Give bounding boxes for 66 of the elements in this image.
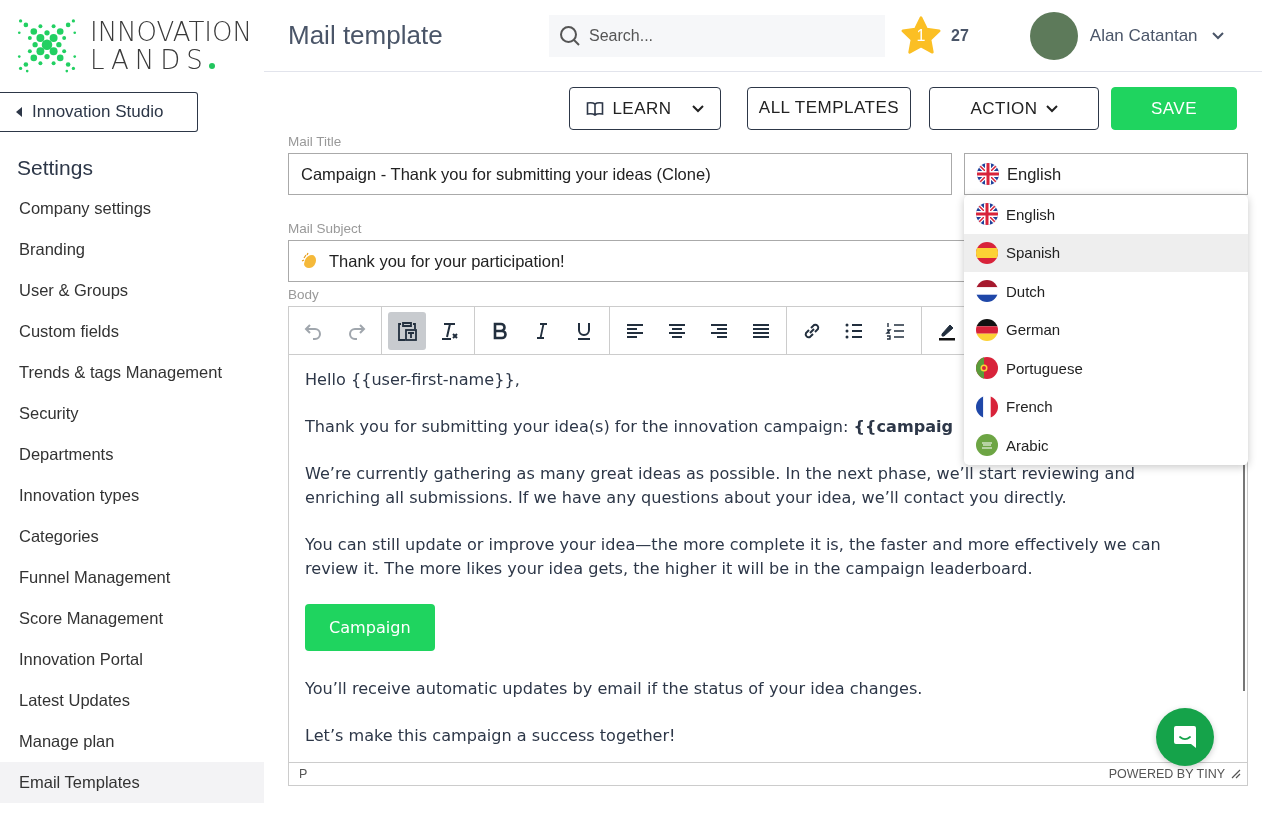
settings-heading: Settings (17, 156, 94, 180)
sidebar-item[interactable]: User & Groups (0, 270, 264, 311)
user-name[interactable]: Alan Catantan (1089, 25, 1198, 46)
language-option[interactable]: English (964, 195, 1248, 234)
logo-text: LANDS (90, 46, 252, 74)
flag-icon (976, 395, 998, 418)
sidebar-item[interactable]: Funnel Management (0, 557, 264, 598)
body-paragraph: Let’s make this campaign a success together! (305, 725, 676, 747)
sidebar-item[interactable]: Departments (0, 434, 264, 475)
points-count: 27 (951, 26, 969, 45)
resize-handle-icon[interactable] (1231, 769, 1241, 779)
chevron-down-icon (691, 104, 704, 113)
sidebar-item[interactable]: Branding (0, 229, 264, 270)
chat-icon (1172, 724, 1198, 750)
body-paragraph: Thank you for submitting your idea(s) for the innovation campaign: {{campaig (305, 416, 954, 438)
sidebar-item[interactable]: Manage plan (0, 721, 264, 762)
scrollbar[interactable] (1243, 465, 1245, 691)
search-field[interactable]: Search... (549, 14, 885, 57)
sidebar-item[interactable]: Security (0, 393, 264, 434)
body-paragraph: Hello {{user-first-name}}, (305, 369, 520, 391)
chevron-down-icon (1211, 31, 1224, 40)
element-path: P (299, 767, 308, 781)
chat-button[interactable] (1156, 708, 1214, 766)
clapping-hands-icon (301, 252, 319, 270)
sidebar-item[interactable]: Custom fields (0, 311, 264, 352)
branding-text: POWERED BY TINY (1108, 767, 1225, 781)
sidebar-item[interactable]: Categories (0, 516, 264, 557)
search-icon (559, 24, 581, 47)
level-number: 1 (915, 26, 927, 45)
flag-icon (977, 163, 999, 185)
sidebar-item[interactable]: Innovation Portal (0, 639, 264, 680)
body-paragraph: You can still update or improve your idea—the more complete it is, the faster and more effectively we can review it. The more likes your idea gets, the higher it will be in the campaign leaderboard. (305, 534, 1162, 580)
title-input[interactable]: Campaign - Thank you for submitting your ideas (Clone) (288, 153, 952, 195)
flag-icon (976, 241, 998, 264)
language-option[interactable]: Portuguese (964, 349, 1248, 388)
star-icon (900, 14, 942, 57)
field-label: Mail Title (288, 134, 342, 150)
language-option[interactable]: Arabic (964, 426, 1248, 465)
back-button[interactable]: Innovation Studio (0, 92, 198, 132)
all-templates-button[interactable]: ALL TEMPLATES (747, 87, 911, 130)
sidebar-item[interactable]: Company settings (0, 188, 264, 229)
logo-text: INNOVATION (90, 18, 252, 46)
flag-icon (976, 318, 998, 341)
sidebar-item[interactable]: Latest Updates (0, 680, 264, 721)
paste-text-button[interactable] (388, 311, 426, 350)
sidebar-item[interactable]: Email Templates (0, 762, 264, 803)
field-label: Body (288, 287, 319, 303)
field-label: Mail Subject (288, 221, 362, 237)
flag-icon (976, 203, 998, 226)
action-button[interactable]: ACTION (929, 87, 1099, 130)
body-paragraph: You’ll receive automatic updates by email if the status of your idea changes. (305, 678, 923, 700)
flag-icon (976, 280, 998, 303)
page-title: Mail template (288, 20, 444, 51)
language-option[interactable]: German (964, 310, 1248, 349)
book-icon (586, 100, 605, 117)
sidebar-item[interactable]: Trends & tags Management (0, 352, 264, 393)
language-option[interactable]: French (964, 387, 1248, 426)
sidebar-item[interactable]: Score Management (0, 598, 264, 639)
flag-icon (976, 434, 998, 457)
flag-icon (976, 357, 998, 380)
sidebar-item[interactable]: Innovation types (0, 475, 264, 516)
language-option[interactable]: Spanish (964, 233, 1248, 272)
body-paragraph: We’re currently gathering as many great ideas as possible. In the next phase, we’ll start reviewing and enriching all submissions. If we have any questions about your idea, we’ll contact you directly. (305, 463, 1136, 509)
learn-button[interactable]: LEARN (569, 87, 721, 130)
caret-left-icon (16, 107, 22, 117)
chevron-down-icon (1045, 104, 1058, 113)
